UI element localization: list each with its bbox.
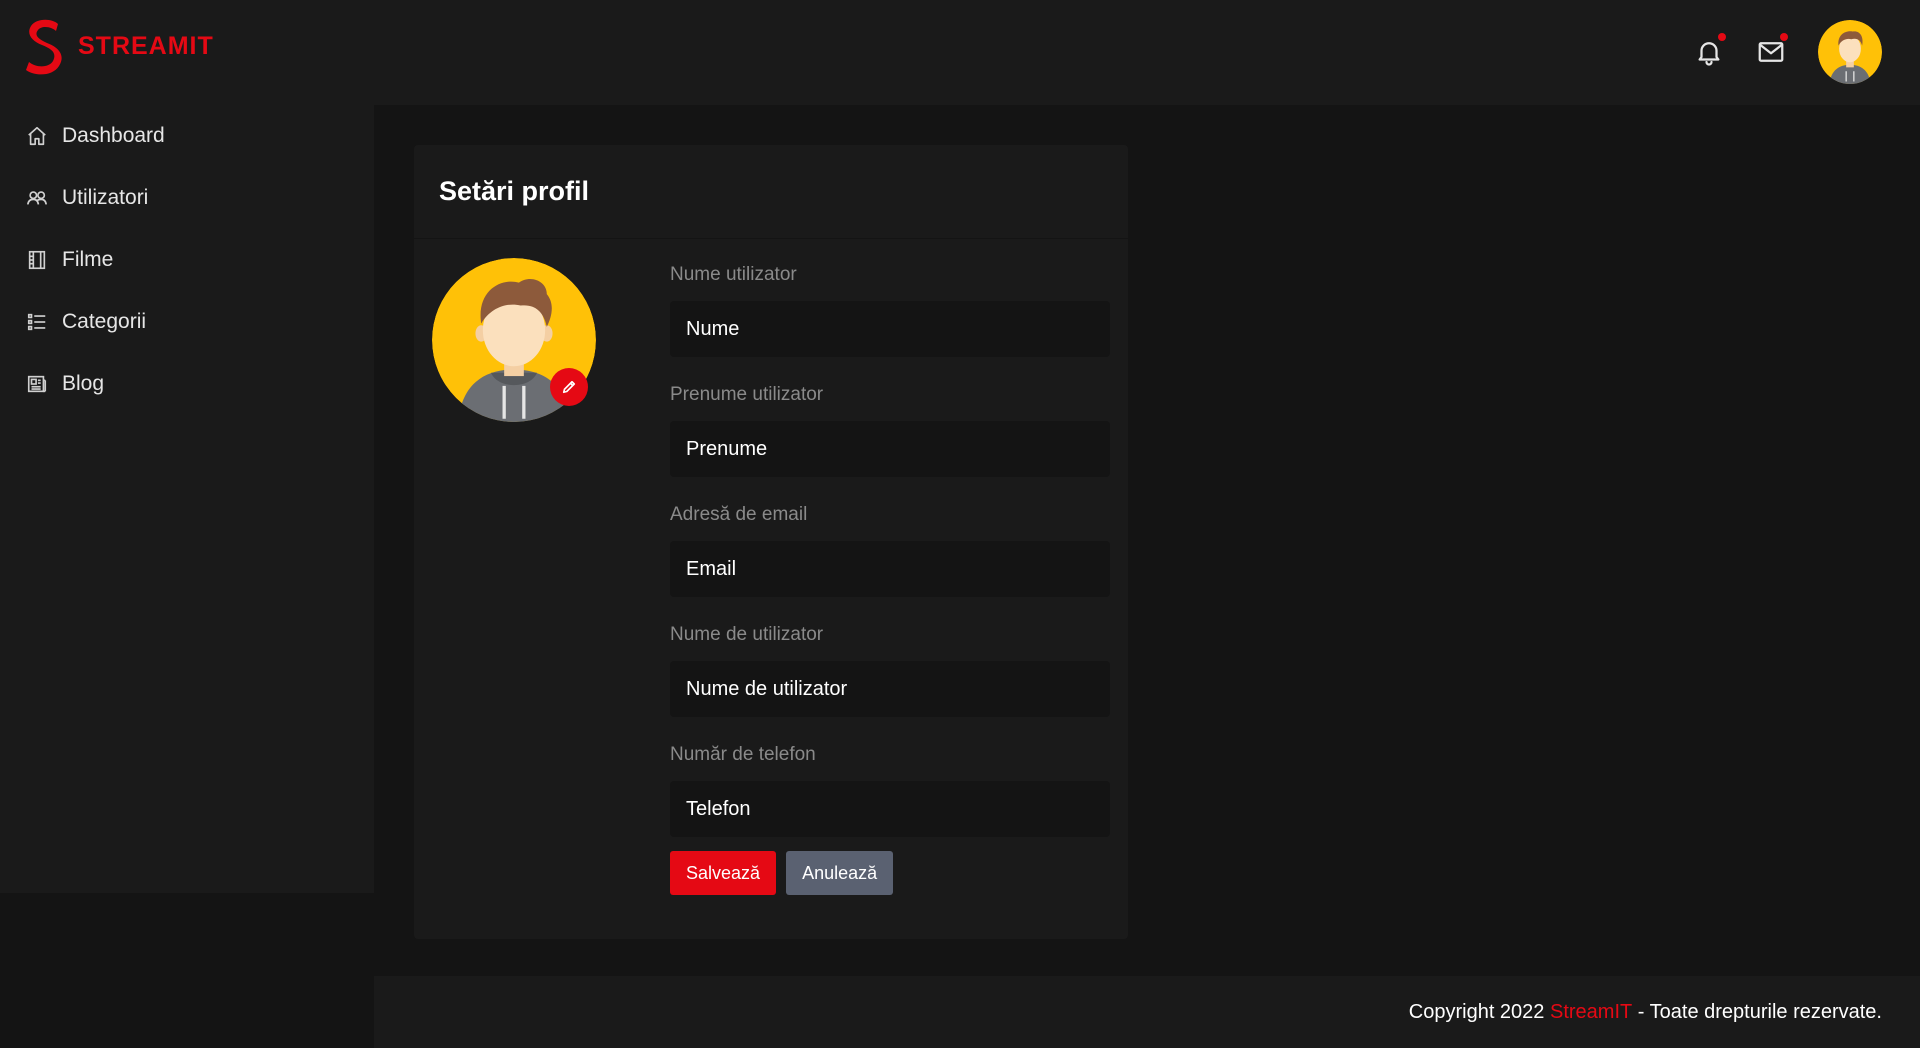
sidebar-item-label: Filme — [62, 248, 114, 271]
sidebar-item-label: Blog — [62, 372, 105, 395]
streamit-logo-icon — [26, 19, 62, 75]
profile-settings-card: Setări profil Nume utilizator Nume Prenu… — [414, 145, 1128, 939]
last-name-label: Nume utilizator — [670, 264, 797, 285]
card-header: Setări profil — [414, 145, 1128, 239]
list-icon — [27, 313, 46, 331]
phone-field[interactable]: Telefon — [670, 781, 1110, 837]
notifications-button[interactable] — [1694, 33, 1726, 67]
message-dot — [1780, 33, 1788, 41]
form-actions: Salvează Anulează — [670, 851, 1110, 895]
cancel-button[interactable]: Anulează — [786, 851, 894, 895]
sidebar-item-dashboard[interactable]: Dashboard — [0, 105, 374, 167]
profile-picture — [432, 258, 596, 422]
sidebar-item-label: Dashboard — [62, 124, 165, 147]
copyright-prefix: Copyright 2022 — [1408, 1000, 1550, 1023]
bell-icon — [1698, 42, 1720, 66]
field-group-email: Adresă de email Email — [670, 497, 1110, 597]
first-name-field[interactable]: Prenume — [670, 421, 1110, 477]
sidebar-item-users[interactable]: Utilizatori — [0, 167, 374, 229]
sidebar-item-categories[interactable]: Categorii — [0, 291, 374, 353]
copyright-suffix: - Toate drepturile rezervate. — [1632, 1000, 1882, 1023]
username-label: Nume de utilizator — [670, 624, 824, 645]
field-group-username: Nume de utilizator Nume de utilizator — [670, 617, 1110, 717]
newspaper-icon — [27, 375, 47, 393]
footer-brand-link[interactable]: StreamIT — [1550, 1001, 1632, 1024]
users-icon — [27, 191, 47, 205]
brand-logo[interactable]: STREAMIT — [22, 16, 214, 76]
edit-avatar-button[interactable] — [550, 368, 588, 406]
field-group-last-name: Nume utilizator Nume — [670, 257, 1110, 357]
last-name-field[interactable]: Nume — [670, 301, 1110, 357]
save-button[interactable]: Salvează — [670, 851, 777, 895]
brand-name: STREAMIT — [78, 31, 214, 60]
home-icon — [28, 126, 46, 146]
top-header: STREAMIT — [0, 0, 1920, 105]
sidebar-item-blog[interactable]: Blog — [0, 353, 374, 415]
messages-button[interactable] — [1756, 33, 1788, 67]
username-field[interactable]: Nume de utilizator — [670, 661, 1110, 717]
footer: Copyright 2022 StreamIT - Toate drepturi… — [374, 976, 1920, 1048]
email-label: Adresă de email — [670, 504, 808, 525]
user-avatar[interactable] — [1818, 20, 1882, 84]
field-group-first-name: Prenume utilizator Prenume — [670, 377, 1110, 477]
avatar-icon — [1818, 20, 1882, 84]
first-name-label: Prenume utilizator — [670, 384, 824, 405]
phone-label: Număr de telefon — [670, 744, 816, 765]
sidebar-item-label: Categorii — [62, 310, 147, 333]
email-field[interactable]: Email — [670, 541, 1110, 597]
sidebar-item-label: Utilizatori — [62, 186, 149, 209]
sidebar: Dashboard Utilizatori Filme Categorii Bl… — [0, 105, 374, 893]
field-group-phone: Număr de telefon Telefon — [670, 737, 1110, 837]
main-content: Setări profil Nume utilizator Nume Prenu… — [374, 105, 1920, 975]
film-icon — [28, 250, 46, 270]
page-title: Setări profil — [439, 176, 590, 206]
profile-form: Nume utilizator Nume Prenume utilizator … — [670, 257, 1110, 895]
sidebar-item-films[interactable]: Filme — [0, 229, 374, 291]
notification-dot — [1718, 33, 1726, 41]
pencil-icon — [562, 380, 576, 394]
mail-icon — [1758, 42, 1784, 62]
